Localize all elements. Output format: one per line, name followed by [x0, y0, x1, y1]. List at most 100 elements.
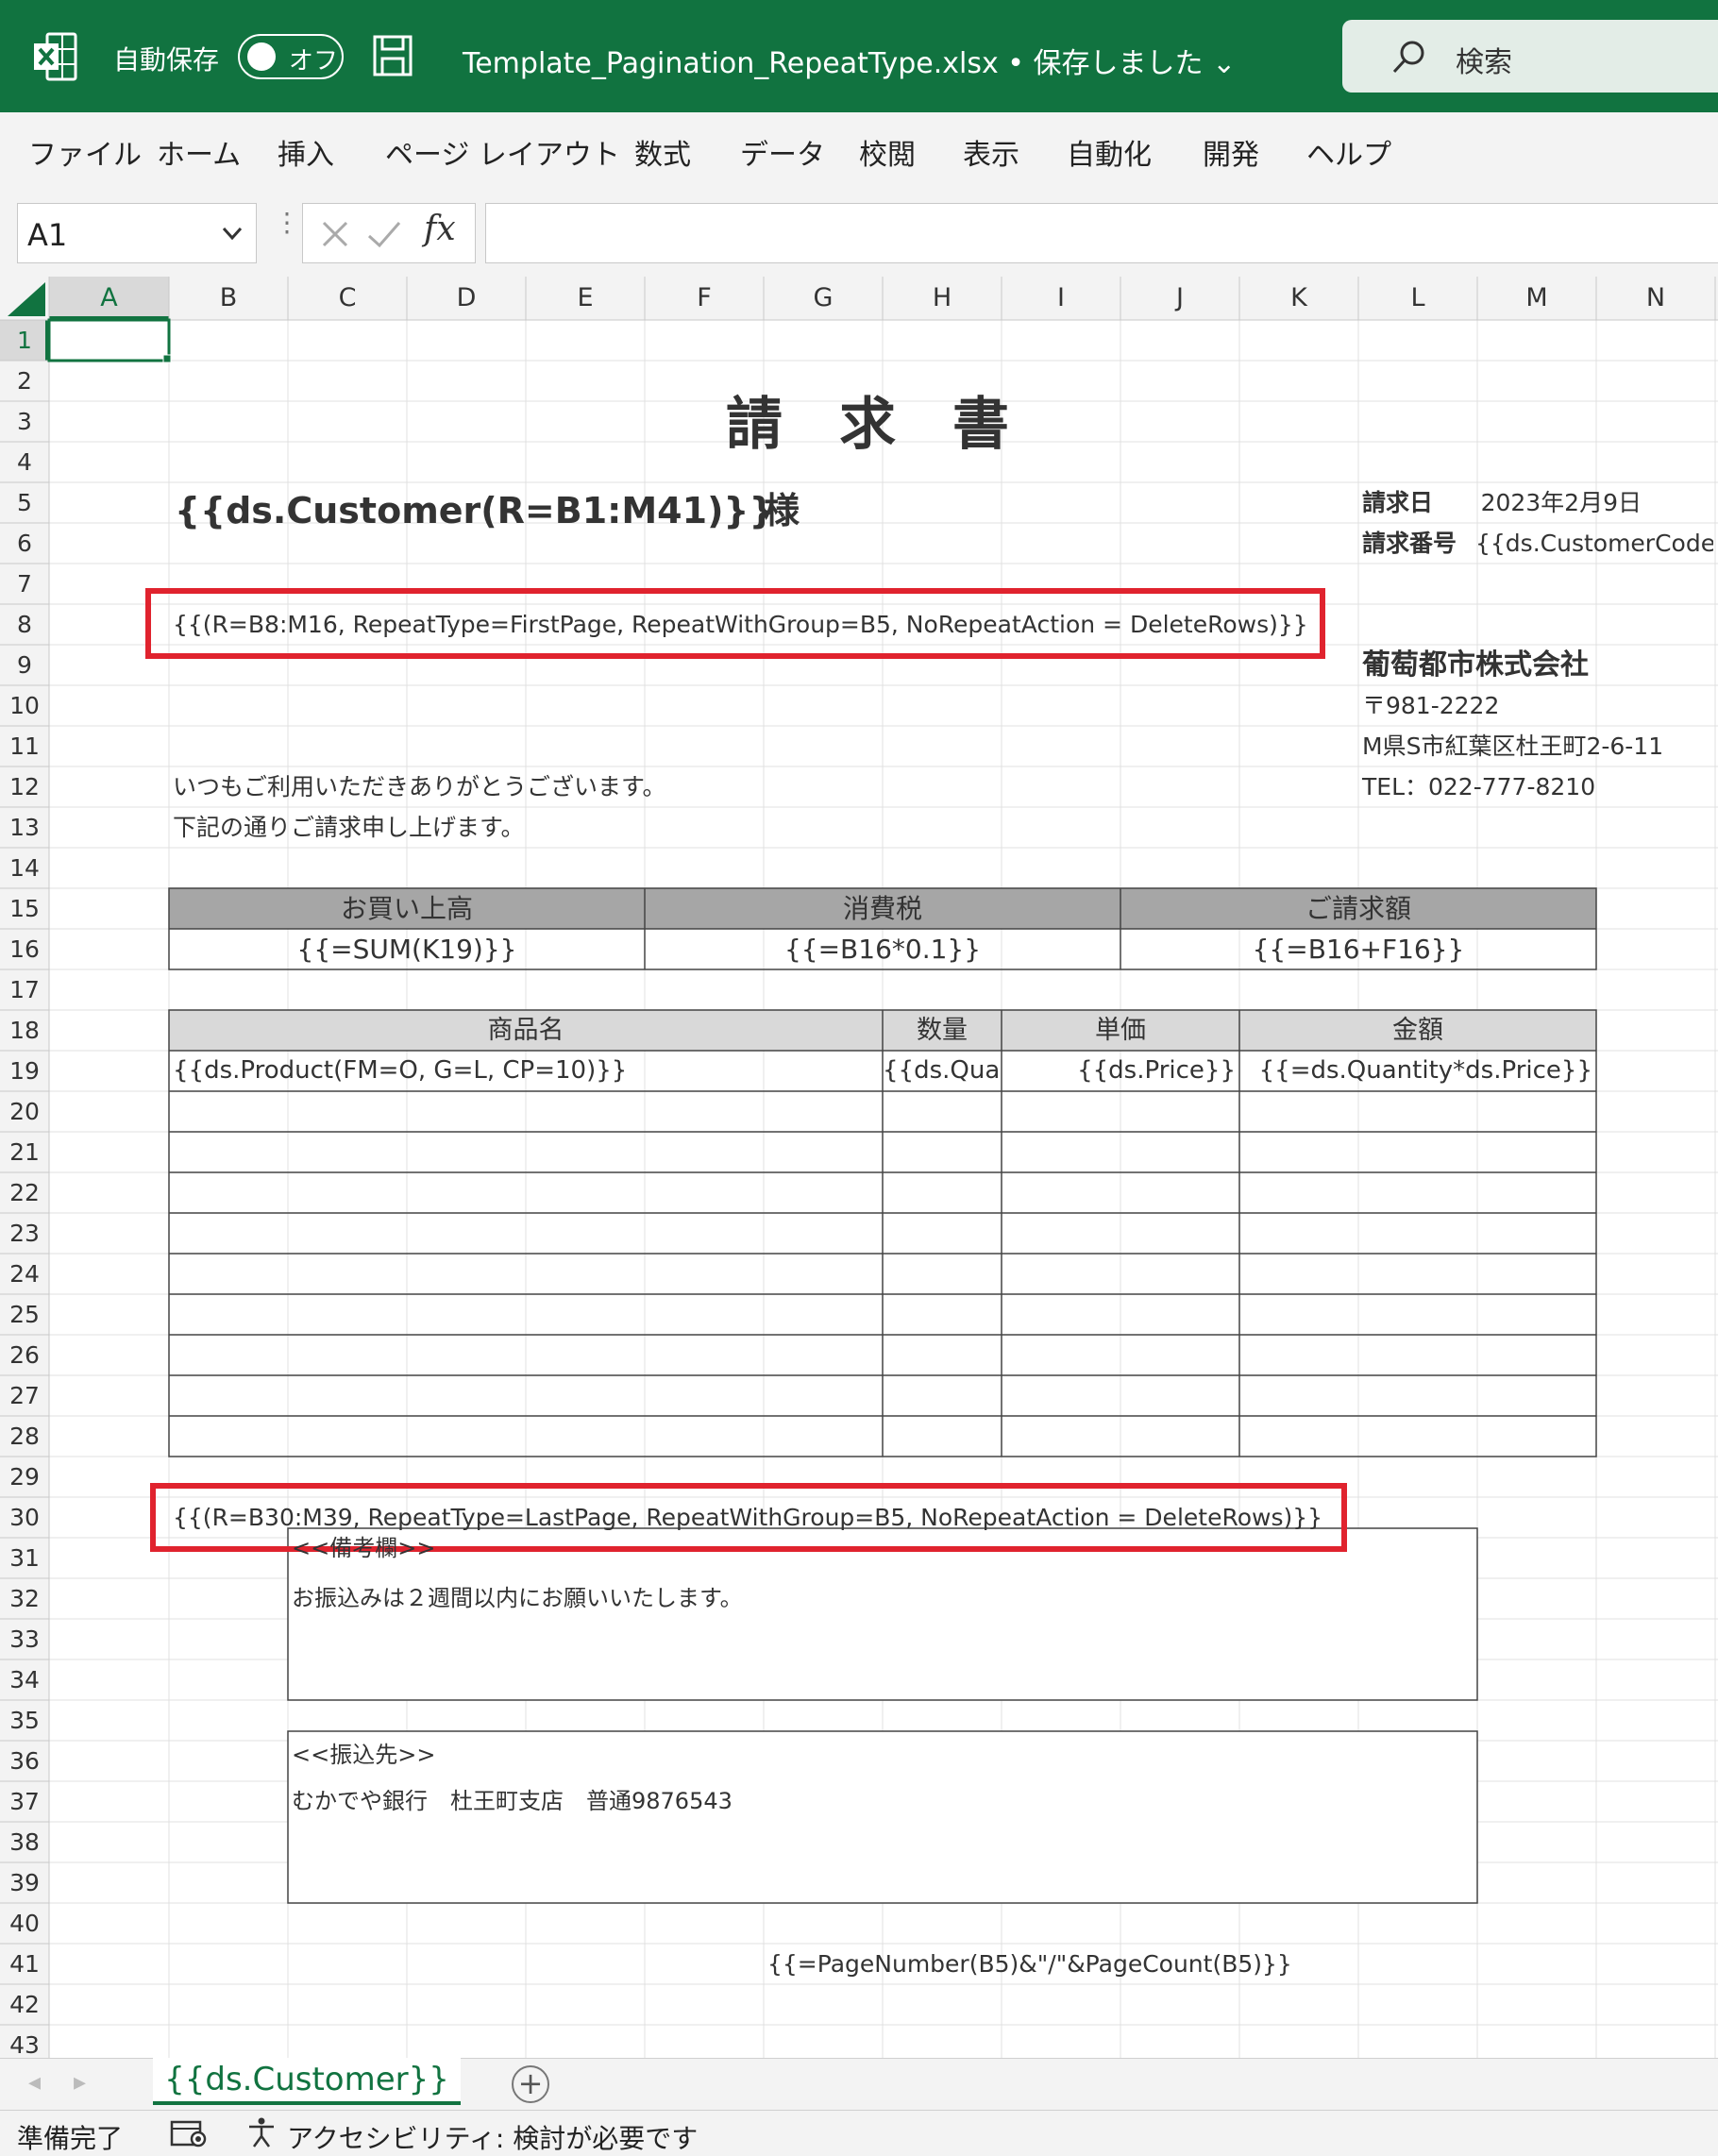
row-header-27[interactable]: 27 [0, 1375, 49, 1416]
sheet-tab[interactable]: {{ds.Customer}} [153, 2058, 461, 2105]
column-header-E[interactable]: E [526, 277, 645, 320]
column-header-N[interactable]: N [1596, 277, 1715, 320]
row-header-17[interactable]: 17 [0, 969, 49, 1010]
row-header-13[interactable]: 13 [0, 807, 49, 848]
customer-name: {{ds.Customer(R=B1:M41)}} [175, 490, 775, 531]
row-header-42[interactable]: 42 [0, 1984, 49, 2025]
menu-11[interactable]: ヘルプ [1306, 131, 1391, 173]
row-header-18[interactable]: 18 [0, 1010, 49, 1051]
row-header-4[interactable]: 4 [0, 442, 49, 482]
menu-2[interactable]: ホーム [157, 131, 241, 173]
row-header-23[interactable]: 23 [0, 1213, 49, 1254]
scroll-right-icon[interactable]: ▸ [74, 2068, 86, 2097]
cancel-icon[interactable] [318, 217, 352, 251]
row-header-5[interactable]: 5 [0, 482, 49, 523]
macro-recording-icon[interactable] [170, 2118, 208, 2148]
column-header-M[interactable]: M [1477, 277, 1596, 320]
column-header-L[interactable]: L [1358, 277, 1477, 320]
search-box[interactable]: 検索 [1342, 20, 1718, 93]
menu-7[interactable]: 校閲 [859, 131, 916, 173]
add-sheet-icon[interactable]: + [512, 2065, 549, 2103]
row-header-37[interactable]: 37 [0, 1781, 49, 1822]
row-header-20[interactable]: 20 [0, 1091, 49, 1132]
file-name[interactable]: Template_Pagination_RepeatType.xlsx • 保存… [463, 40, 1236, 81]
toggle-label: オフ [289, 47, 339, 76]
row-header-34[interactable]: 34 [0, 1659, 49, 1700]
column-header-I[interactable]: I [1002, 277, 1120, 320]
row-header-7[interactable]: 7 [0, 564, 49, 604]
name-box[interactable]: A1 [17, 203, 257, 263]
autosave-toggle[interactable]: オフ [238, 34, 344, 79]
row-header-1[interactable]: 1 [0, 320, 49, 361]
row-header-36[interactable]: 36 [0, 1741, 49, 1781]
column-header-J[interactable]: J [1120, 277, 1239, 320]
row-header-28[interactable]: 28 [0, 1416, 49, 1457]
row-header-26[interactable]: 26 [0, 1335, 49, 1375]
menu-5[interactable]: 数式 [634, 131, 691, 173]
row-header-43[interactable]: 43 [0, 2025, 49, 2058]
row-header-35[interactable]: 35 [0, 1700, 49, 1741]
row-header-12[interactable]: 12 [0, 766, 49, 807]
row-header-10[interactable]: 10 [0, 685, 49, 726]
row-header-14[interactable]: 14 [0, 848, 49, 888]
row-header-40[interactable]: 40 [0, 1903, 49, 1944]
chevron-down-icon[interactable] [222, 225, 243, 242]
row-header-24[interactable]: 24 [0, 1254, 49, 1294]
row-header-31[interactable]: 31 [0, 1538, 49, 1578]
insert-function-icon[interactable]: fx [424, 210, 456, 248]
menu-9[interactable]: 自動化 [1067, 131, 1152, 173]
save-icon[interactable] [372, 34, 413, 77]
row-header-30[interactable]: 30 [0, 1497, 49, 1538]
accessibility-status[interactable]: アクセシビリティ: 検討が必要です [287, 2118, 698, 2156]
more-options-icon[interactable]: ⋮ [274, 207, 300, 238]
row-header-11[interactable]: 11 [0, 726, 49, 766]
row-header-41[interactable]: 41 [0, 1944, 49, 1984]
row-header-33[interactable]: 33 [0, 1619, 49, 1659]
menu-1[interactable]: ファイル [28, 131, 142, 173]
column-header-B[interactable]: B [169, 277, 288, 320]
row-header-6[interactable]: 6 [0, 523, 49, 564]
column-header-G[interactable]: G [764, 277, 883, 320]
scroll-left-icon[interactable]: ◂ [28, 2068, 41, 2097]
column-header-D[interactable]: D [407, 277, 526, 320]
menu-8[interactable]: 表示 [963, 131, 1019, 173]
row-header-21[interactable]: 21 [0, 1132, 49, 1172]
column-header-C[interactable]: C [288, 277, 407, 320]
bank-title: <<振込先>> [292, 1742, 436, 1768]
formula-bar: A1 ⋮ fx [0, 184, 1718, 277]
row-header-32[interactable]: 32 [0, 1578, 49, 1619]
status-bar: 準備完了 アクセシビリティ: 検討が必要です [0, 2110, 1718, 2156]
accessibility-icon[interactable] [245, 2116, 278, 2148]
row-header-9[interactable]: 9 [0, 645, 49, 685]
worksheet[interactable]: A B C D E F G H I J K L M N 1 2 3 4 5 6 7 8 9 10 11 12 13 14 15 16 17 1… [0, 277, 1718, 2058]
row-header-15[interactable]: 15 [0, 888, 49, 929]
selected-cell-outline [47, 318, 171, 362]
row-header-16[interactable]: 16 [0, 929, 49, 969]
column-header-A[interactable]: A [49, 277, 169, 320]
row-header-19[interactable]: 19 [0, 1051, 49, 1091]
row-header-2[interactable]: 2 [0, 361, 49, 401]
detail-product: {{ds.Product(FM=O, G=L, CP=10)}} [173, 1056, 628, 1085]
column-header-H[interactable]: H [883, 277, 1002, 320]
row-header-8[interactable]: 8 [0, 604, 49, 645]
summary-value-3: {{=B16+F16}} [1252, 934, 1465, 965]
enter-icon[interactable] [365, 217, 403, 251]
row-header-3[interactable]: 3 [0, 401, 49, 442]
menu-6[interactable]: データ [740, 131, 825, 173]
menu-10[interactable]: 開発 [1203, 131, 1259, 173]
menu-4[interactable]: ページ レイアウト [385, 131, 620, 173]
row-header-22[interactable]: 22 [0, 1172, 49, 1213]
status-ready: 準備完了 [17, 2123, 124, 2154]
row-header-39[interactable]: 39 [0, 1862, 49, 1903]
excel-logo-icon [34, 32, 77, 81]
row-header-29[interactable]: 29 [0, 1457, 49, 1497]
summary-value-2: {{=B16*0.1}} [783, 934, 982, 965]
menu-3[interactable]: 挿入 [278, 131, 334, 173]
column-header-K[interactable]: K [1239, 277, 1358, 320]
row-header-25[interactable]: 25 [0, 1294, 49, 1335]
column-header-F[interactable]: F [645, 277, 764, 320]
detail-header-2: 数量 [917, 1016, 968, 1045]
formula-input[interactable] [485, 203, 1718, 263]
row-header-38[interactable]: 38 [0, 1822, 49, 1862]
formula-actions: fx [302, 203, 476, 263]
